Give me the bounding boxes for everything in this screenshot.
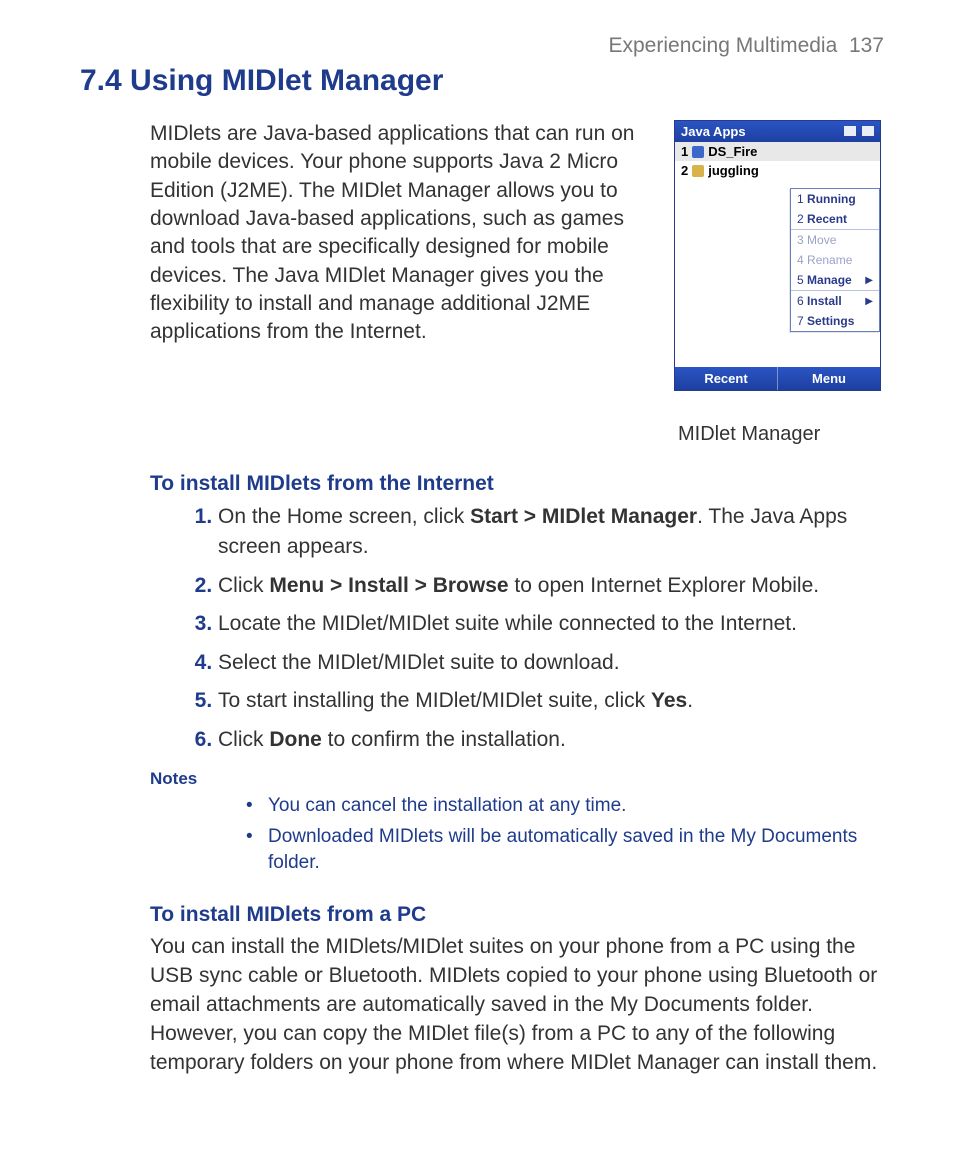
signal-icon [862,126,874,136]
steps-internet: On the Home screen, click Start > MIDlet… [190,502,884,755]
step: On the Home screen, click Start > MIDlet… [218,502,884,563]
menu-item-install[interactable]: 6 Install ▶ [791,291,879,311]
menu-item-running[interactable]: 1 Running [791,189,879,209]
softkey-right[interactable]: Menu [777,367,880,390]
softkey-left[interactable]: Recent [675,367,777,390]
app-row[interactable]: 1 DS_Fire [675,142,880,161]
app-row-number: 2 [681,163,688,178]
page-header: Experiencing Multimedia 137 [80,34,884,58]
figure-caption: MIDlet Manager [678,423,884,446]
menu-item-settings[interactable]: 7 Settings [791,311,879,331]
page: Experiencing Multimedia 137 7.4 Using MI… [0,0,954,1173]
step: Click Done to confirm the installation. [218,725,884,755]
menu-item-move: 3 Move [791,230,879,250]
menu-item-rename: 4 Rename [791,250,879,270]
chapter-name: Experiencing Multimedia [609,34,838,57]
status-icons [842,124,874,139]
notes-label: Notes [150,769,884,789]
phone-screenshot: Java Apps 1 DS_Fire 2 juggl [674,120,881,391]
app-row[interactable]: 2 juggling [675,161,880,180]
notes-list: You can cancel the installation at any t… [240,793,884,877]
step: To start installing the MIDlet/MIDlet su… [218,686,884,716]
battery-icon [844,126,856,136]
subheading-install-pc: To install MIDlets from a PC [150,903,884,927]
phone-app-list: 1 DS_Fire 2 juggling 1 Running [675,142,880,367]
phone-titlebar: Java Apps [675,121,880,142]
figure: Java Apps 1 DS_Fire 2 juggl [674,120,884,446]
chevron-right-icon: ▶ [865,275,873,286]
chevron-right-icon: ▶ [865,296,873,307]
intro-paragraph: MIDlets are Java-based applications that… [150,120,650,347]
app-icon [692,165,704,177]
context-menu: 1 Running 2 Recent 3 Move 4 Rename [790,188,880,332]
softkey-bar: Recent Menu [675,367,880,390]
step: Click Menu > Install > Browse to open In… [218,571,884,601]
menu-item-manage[interactable]: 5 Manage ▶ [791,270,879,290]
phone-title: Java Apps [681,124,746,139]
step: Locate the MIDlet/MIDlet suite while con… [218,609,884,639]
note-item: Downloaded MIDlets will be automatically… [264,824,884,877]
app-row-number: 1 [681,144,688,159]
note-item: You can cancel the installation at any t… [264,793,884,820]
page-number: 137 [849,34,884,57]
section-title: 7.4 Using MIDlet Manager [80,64,884,98]
app-name: juggling [708,163,759,178]
app-name: DS_Fire [708,144,757,159]
app-icon [692,146,704,158]
subheading-install-internet: To install MIDlets from the Internet [150,472,884,496]
step: Select the MIDlet/MIDlet suite to downlo… [218,648,884,678]
paragraph-install-pc: You can install the MIDlets/MIDlet suite… [150,933,884,1078]
menu-item-recent[interactable]: 2 Recent [791,209,879,229]
intro-row: MIDlets are Java-based applications that… [150,120,884,446]
